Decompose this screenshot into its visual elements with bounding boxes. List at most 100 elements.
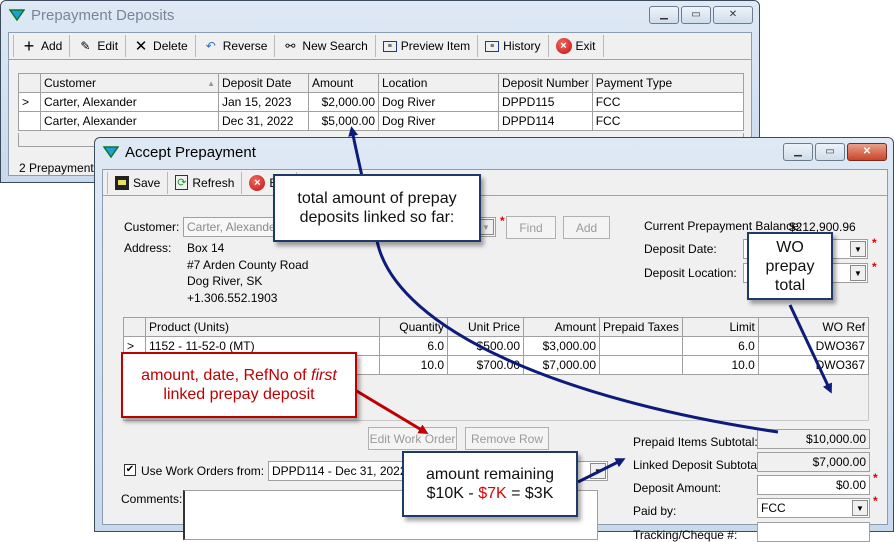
- deposit-amount-label: Deposit Amount:: [633, 481, 722, 495]
- edit-work-order-button[interactable]: Edit Work Order: [368, 427, 457, 450]
- column-header-amount[interactable]: Amount: [308, 73, 379, 93]
- exit-button[interactable]: ×Exit: [549, 35, 604, 57]
- delete-button[interactable]: ✕ Delete: [126, 35, 196, 57]
- window-title: Accept Prepayment: [125, 143, 256, 161]
- callout-linked-total-text: total amount of prepay deposits linked s…: [297, 190, 457, 226]
- column-header-customer[interactable]: Customer ▲: [40, 73, 219, 93]
- cell-quantity[interactable]: 6.0: [379, 336, 448, 356]
- refresh-button[interactable]: ⟳ Refresh: [168, 171, 243, 194]
- deposit-amount-input[interactable]: $0.00: [757, 475, 870, 495]
- paid-by-label: Paid by:: [633, 504, 677, 518]
- minimize-button[interactable]: ▁: [783, 143, 813, 161]
- edit-label: Edit: [97, 39, 119, 53]
- close-button[interactable]: ✕: [847, 143, 887, 161]
- title-bar[interactable]: Accept Prepayment ▁ ▭ ✕: [95, 138, 893, 166]
- exit-label: Exit: [575, 39, 596, 53]
- chevron-down-icon[interactable]: ▼: [590, 463, 606, 479]
- cell-wo-ref: DWO367: [757, 355, 870, 375]
- callout-remaining-line1: amount remaining: [425, 466, 555, 483]
- cell-customer: Carter, Alexander: [40, 92, 219, 112]
- cell-quantity[interactable]: 10.0: [379, 355, 448, 375]
- find-button[interactable]: Find: [506, 216, 556, 239]
- column-header-amount[interactable]: Amount: [523, 317, 600, 337]
- new-search-button[interactable]: ⚯ New Search: [275, 35, 376, 57]
- maximize-icon: ▭: [691, 9, 701, 20]
- remove-row-button[interactable]: Remove Row: [465, 427, 549, 450]
- customer-label: Customer:: [124, 220, 180, 234]
- chevron-down-icon[interactable]: ▼: [850, 265, 866, 281]
- x-icon: ✕: [134, 38, 148, 55]
- column-header-limit[interactable]: Limit: [681, 317, 759, 337]
- column-header-location[interactable]: Location: [378, 73, 499, 93]
- cell-unit-price[interactable]: $500.00: [447, 336, 524, 356]
- use-work-orders-label: Use Work Orders from:: [141, 464, 265, 478]
- column-header-deposit-number[interactable]: Deposit Number: [498, 73, 593, 93]
- maximize-button[interactable]: ▭: [815, 143, 845, 161]
- table-row[interactable]: > Carter, Alexander Jan 15, 2023 $2,000.…: [18, 92, 745, 112]
- column-header-unit-price[interactable]: Unit Price: [447, 317, 524, 337]
- row-header-corner: [123, 317, 146, 337]
- address-line-1: Box 14: [187, 241, 225, 255]
- chevron-down-icon[interactable]: ▼: [852, 500, 868, 516]
- cell-prepaid-taxes: [599, 336, 683, 356]
- address-line-3: Dog River, SK: [187, 274, 263, 288]
- history-button[interactable]: ≡ History: [478, 35, 549, 57]
- required-marker: *: [873, 471, 878, 485]
- callout-remaining-line2: $10K - $7K = $3K: [426, 485, 554, 502]
- reverse-button[interactable]: ↶ Reverse: [196, 35, 276, 57]
- prepaid-subtotal-label: Prepaid Items Subtotal:: [633, 435, 758, 449]
- edit-button[interactable]: ✎ Edit: [70, 35, 127, 57]
- status-count: 2 Prepayments: [19, 161, 100, 175]
- maximize-button[interactable]: ▭: [681, 6, 711, 24]
- cell-limit: 6.0: [681, 336, 759, 356]
- refresh-icon: ⟳: [175, 175, 189, 190]
- title-bar[interactable]: Prepayment Deposits ▁ ▭ ✕: [1, 1, 759, 29]
- add-customer-button[interactable]: Add: [563, 216, 610, 239]
- cell-amount: $7,000.00: [523, 355, 600, 375]
- row-header-corner: [18, 73, 41, 93]
- chevron-down-icon[interactable]: ▼: [850, 241, 866, 257]
- required-marker: *: [872, 260, 877, 274]
- row-selector[interactable]: [18, 111, 41, 131]
- deposit-location-label: Deposit Location:: [644, 266, 737, 280]
- row-selector[interactable]: >: [18, 92, 41, 112]
- column-header-product[interactable]: Product (Units): [145, 317, 380, 337]
- preview-item-button[interactable]: ≡ Preview Item: [376, 35, 479, 57]
- plus-icon: +: [23, 35, 35, 56]
- paid-by-select[interactable]: FCC ▼: [757, 498, 870, 518]
- new-search-label: New Search: [302, 39, 368, 53]
- cell-amount: $2,000.00: [308, 92, 379, 112]
- add-button[interactable]: + Add: [13, 35, 71, 57]
- minimize-button[interactable]: ▁: [649, 6, 679, 24]
- tracking-input[interactable]: [757, 522, 870, 542]
- cell-date: Jan 15, 2023: [218, 92, 309, 112]
- undo-icon: ↶: [205, 39, 216, 53]
- table-header: Product (Units) Quantity Unit Price Amou…: [123, 317, 870, 337]
- table-row[interactable]: Carter, Alexander Dec 31, 2022 $5,000.00…: [18, 111, 745, 131]
- cell-location: Dog River: [378, 111, 499, 131]
- column-header-quantity[interactable]: Quantity: [379, 317, 448, 337]
- cell-wo-ref: DWO367: [757, 336, 870, 356]
- exit-icon: ×: [555, 38, 572, 54]
- cell-unit-price[interactable]: $700.00: [447, 355, 524, 375]
- column-header-wo-ref[interactable]: WO Ref: [757, 317, 870, 337]
- sort-asc-icon: ▲: [207, 79, 215, 88]
- column-header-deposit-date[interactable]: Deposit Date: [218, 73, 309, 93]
- save-button[interactable]: Save: [107, 171, 169, 194]
- history-icon: ≡: [485, 40, 500, 52]
- close-button[interactable]: ✕: [713, 6, 753, 24]
- use-work-orders-checkbox[interactable]: ✔: [124, 464, 136, 476]
- linked-subtotal-value: $7,000.00: [757, 452, 870, 472]
- cell-customer: Carter, Alexander: [40, 111, 219, 131]
- form-icon: ≡: [382, 40, 397, 52]
- callout-first-deposit: amount, date, RefNo of first linked prep…: [121, 352, 357, 418]
- refresh-label: Refresh: [192, 175, 235, 190]
- pencil-icon: ✎: [80, 39, 91, 53]
- cell-number: DPPD115: [498, 92, 593, 112]
- window-title: Prepayment Deposits: [31, 6, 175, 24]
- exit-icon: ×: [249, 174, 266, 191]
- column-header-prepaid-taxes[interactable]: Prepaid Taxes: [599, 317, 683, 337]
- delete-label: Delete: [153, 39, 188, 53]
- cell-location: Dog River: [378, 92, 499, 112]
- column-header-payment-type[interactable]: Payment Type: [591, 73, 745, 93]
